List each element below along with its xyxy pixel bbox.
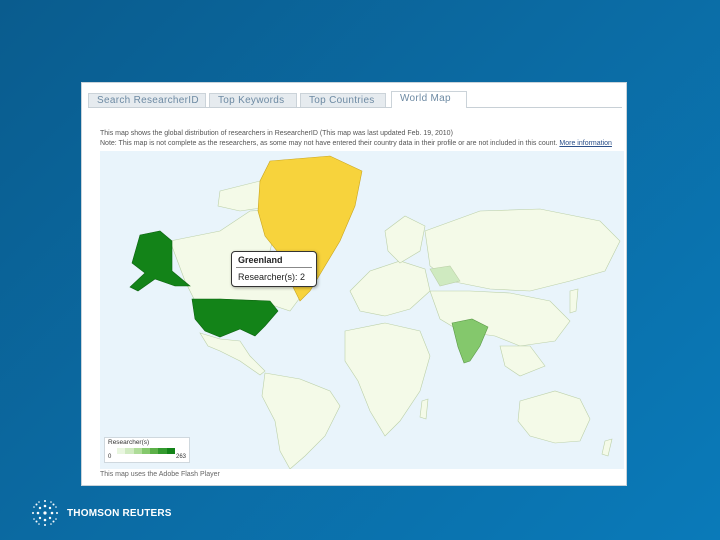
brand-name: THOMSON REUTERS	[67, 508, 172, 519]
world-map[interactable]: Greenland Researcher(s): 2 Researcher(s)…	[100, 151, 624, 469]
tab-search-researcherid[interactable]: Search ResearcherID	[88, 93, 206, 107]
legend-swatch	[141, 448, 151, 454]
tab-top-keywords[interactable]: Top Keywords	[209, 93, 297, 107]
country-tooltip: Greenland Researcher(s): 2	[231, 251, 317, 287]
thomson-reuters-logo-icon	[32, 500, 58, 526]
more-information-link[interactable]: More information	[559, 140, 612, 147]
legend-swatch	[117, 448, 126, 454]
legend-swatch	[158, 448, 167, 454]
legend-max: 263	[175, 454, 186, 460]
description-line-1: This map shows the global distribution o…	[100, 130, 453, 137]
tooltip-divider	[236, 267, 312, 268]
researcher-panel: Search ResearcherID Top Keywords Top Cou…	[81, 82, 627, 486]
tooltip-researcher-count: Researcher(s): 2	[238, 272, 306, 282]
legend-swatch	[133, 448, 142, 454]
tab-bar: Search ResearcherID Top Keywords Top Cou…	[88, 91, 622, 108]
tab-world-map[interactable]: World Map	[391, 91, 467, 108]
description-line-2: Note: This map is not complete as the re…	[100, 140, 612, 147]
legend-min: 0	[108, 454, 112, 460]
tab-top-countries[interactable]: Top Countries	[300, 93, 386, 107]
legend-color-scale	[117, 448, 175, 454]
legend-swatch	[150, 448, 159, 454]
map-legend: Researcher(s) 0 263	[104, 437, 190, 463]
map-description: This map shows the global distribution o…	[100, 129, 624, 149]
legend-swatch	[166, 448, 175, 454]
legend-title: Researcher(s)	[108, 439, 150, 446]
world-map-graphic	[100, 151, 624, 469]
flash-credit: This map uses the Adobe Flash Player	[100, 471, 220, 478]
tooltip-country-name: Greenland	[238, 255, 283, 265]
legend-swatch	[125, 448, 134, 454]
